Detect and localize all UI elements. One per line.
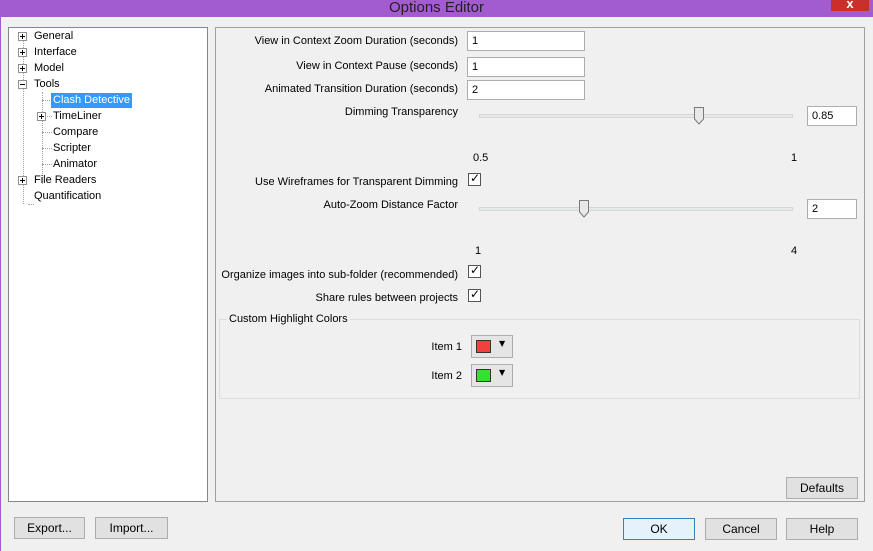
tree-item-tools[interactable]: Tools — [9, 77, 205, 92]
transition-input[interactable]: 2 — [467, 80, 585, 100]
tree-item-clash-detective[interactable]: Clash Detective — [9, 93, 205, 108]
highlight-colors-title: Custom Highlight Colors — [227, 313, 350, 325]
dialog-client: General Interface Model Tools Clash Dete… — [0, 17, 873, 551]
autozoom-max-label: 4 — [791, 245, 798, 257]
subfolder-label: Organize images into sub-folder (recomme… — [221, 269, 458, 281]
tree-item-compare[interactable]: Compare — [9, 125, 205, 140]
autozoom-slider-thumb[interactable] — [578, 200, 589, 218]
minus-box-icon[interactable] — [18, 80, 27, 89]
tree-item-quantification[interactable]: Quantification — [9, 189, 205, 204]
tree-item-label: Interface — [34, 46, 77, 58]
plus-box-icon[interactable] — [37, 112, 46, 121]
tree-item-label: Compare — [53, 126, 99, 138]
chevron-down-icon: ▼ — [499, 368, 506, 377]
ok-button[interactable]: OK — [623, 518, 695, 540]
item-2-color-swatch — [476, 369, 491, 382]
plus-box-icon[interactable] — [18, 64, 27, 73]
share-rules-label: Share rules between projects — [315, 292, 458, 304]
pause-label: View in Context Pause (seconds) — [296, 60, 458, 72]
tree-item-interface[interactable]: Interface — [9, 45, 205, 60]
tree-item-label: Model — [34, 62, 64, 74]
plus-box-icon[interactable] — [18, 48, 27, 57]
tree-item-label: Clash Detective — [51, 93, 133, 108]
dimming-slider-track[interactable] — [479, 114, 793, 118]
chevron-down-icon: ▼ — [499, 339, 506, 348]
dimming-value-input[interactable]: 0.85 — [807, 106, 857, 126]
pause-input[interactable]: 1 — [467, 57, 585, 77]
subfolder-checkbox[interactable] — [468, 263, 481, 278]
cancel-button[interactable]: Cancel — [705, 518, 777, 540]
export-button[interactable]: Export... — [14, 517, 85, 539]
tree-item-scripter[interactable]: Scripter — [9, 141, 205, 156]
share-rules-checkbox[interactable] — [468, 287, 481, 302]
options-tree: General Interface Model Tools Clash Dete… — [8, 27, 208, 502]
title-bar: Options Editor x — [0, 0, 873, 17]
close-icon: x — [846, 0, 854, 11]
defaults-button[interactable]: Defaults — [786, 477, 858, 499]
item-1-color-picker[interactable]: ▼ — [471, 335, 513, 358]
close-button[interactable]: x — [831, 0, 869, 11]
tree-item-label: Animator — [53, 158, 98, 170]
tree-item-label: General — [34, 30, 74, 42]
autozoom-min-label: 1 — [475, 245, 482, 257]
dimming-max-label: 1 — [791, 152, 798, 164]
plus-box-icon[interactable] — [18, 176, 27, 185]
item-2-color-picker[interactable]: ▼ — [471, 364, 513, 387]
highlight-colors-group — [219, 319, 860, 399]
tree-item-file-readers[interactable]: File Readers — [9, 173, 205, 188]
transition-label: Animated Transition Duration (seconds) — [264, 83, 458, 95]
item-1-label: Item 1 — [431, 341, 462, 353]
help-button[interactable]: Help — [786, 518, 858, 540]
autozoom-value-input[interactable]: 2 — [807, 199, 857, 219]
tree-item-label: Tools — [34, 78, 60, 90]
tree-item-label: Scripter — [53, 142, 91, 154]
zoom-duration-label: View in Context Zoom Duration (seconds) — [254, 35, 458, 47]
autozoom-label: Auto-Zoom Distance Factor — [323, 199, 459, 211]
wireframes-label: Use Wireframes for Transparent Dimming — [255, 176, 458, 188]
wireframes-checkbox[interactable] — [468, 171, 481, 186]
tree-item-label: Quantification — [34, 190, 102, 202]
tree-item-label: File Readers — [34, 174, 97, 186]
dimming-slider-thumb[interactable] — [693, 107, 704, 125]
item-2-label: Item 2 — [431, 370, 462, 382]
zoom-duration-input[interactable]: 1 — [467, 31, 585, 51]
tree-connector — [28, 204, 34, 205]
window-title: Options Editor — [388, 0, 485, 16]
tree-item-label: TimeLiner — [53, 110, 102, 122]
import-button[interactable]: Import... — [95, 517, 168, 539]
plus-box-icon[interactable] — [18, 32, 27, 41]
autozoom-slider-track[interactable] — [479, 207, 793, 211]
tree-item-timeliner[interactable]: TimeLiner — [9, 109, 205, 124]
tree-item-animator[interactable]: Animator — [9, 157, 205, 172]
item-1-color-swatch — [476, 340, 491, 353]
tree-item-model[interactable]: Model — [9, 61, 205, 76]
tree-item-general[interactable]: General — [9, 29, 205, 44]
dimming-label: Dimming Transparency — [344, 106, 458, 118]
dimming-min-label: 0.5 — [473, 152, 489, 164]
